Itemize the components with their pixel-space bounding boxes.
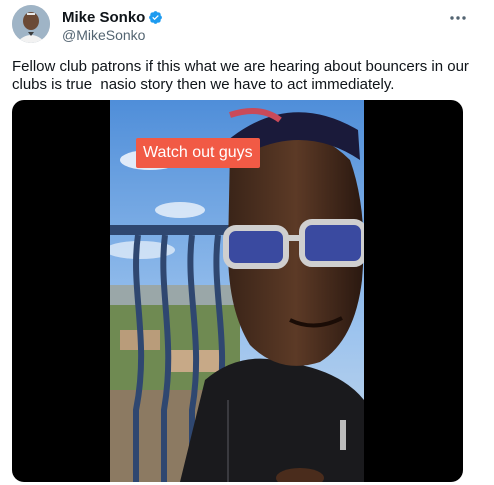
- author-handle[interactable]: @MikeSonko: [62, 27, 145, 43]
- author-display-name[interactable]: Mike Sonko: [62, 9, 145, 26]
- tweet-card: Mike Sonko @MikeSonko Fellow club patron…: [0, 0, 494, 485]
- more-options-icon[interactable]: [446, 8, 470, 28]
- tweet-text: Fellow club patrons if this what we are …: [12, 58, 474, 93]
- video-player[interactable]: Watch out guys: [12, 100, 463, 482]
- verified-badge-icon: [148, 10, 163, 25]
- video-caption: Watch out guys: [136, 138, 260, 168]
- avatar[interactable]: [12, 5, 50, 43]
- author-name-row: Mike Sonko: [62, 9, 163, 26]
